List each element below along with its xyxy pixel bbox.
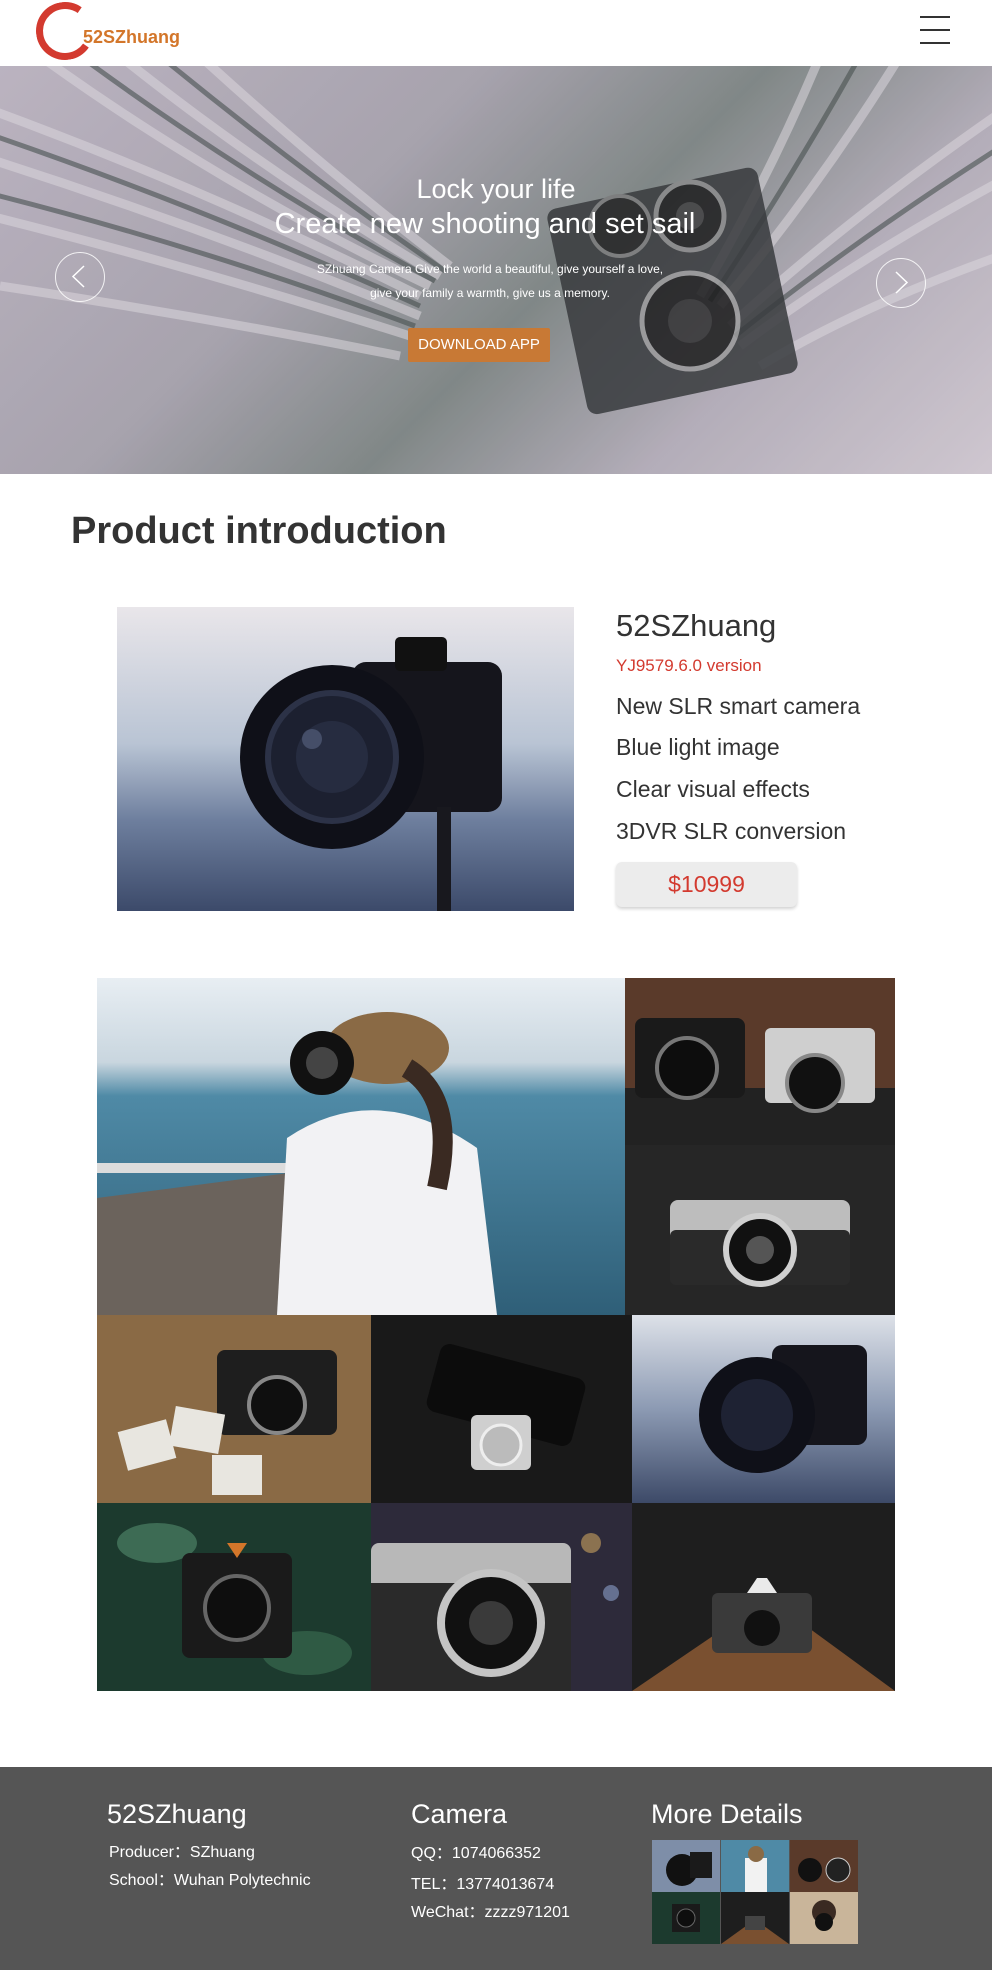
footer-producer: Producer：SZhuang <box>109 1844 255 1861</box>
section-title: Product introduction <box>71 510 447 552</box>
gallery-photo-woman-with-camera[interactable] <box>97 978 625 1315</box>
footer-camera-title: Camera <box>411 1799 508 1829</box>
site-header: 52SZhuang <box>0 0 992 66</box>
product-feature: Blue light image <box>616 734 780 760</box>
product-feature: 3DVR SLR conversion <box>616 818 847 844</box>
logo-text: 52SZhuang <box>83 27 181 47</box>
hero-description-line1: SZhuang Camera Give the world a beautifu… <box>316 262 664 276</box>
footer-thumbnail[interactable] <box>790 1892 858 1944</box>
download-app-button[interactable]: DOWNLOAD APP <box>408 328 550 362</box>
footer-thumbnail[interactable] <box>721 1840 789 1892</box>
footer-wechat: WeChat：zzzz971201 <box>411 1904 570 1921</box>
footer-thumbnail[interactable] <box>652 1840 720 1892</box>
product-feature: Clear visual effects <box>616 776 810 802</box>
gallery-photo-camera-on-map[interactable] <box>97 1315 371 1503</box>
site-footer: 52SZhuang Producer：SZhuang School：Wuhan … <box>0 1767 992 1970</box>
price-button[interactable]: $10999 <box>616 862 797 907</box>
hero-banner: Lock your life Create new shooting and s… <box>0 66 992 474</box>
gallery-photo-camera-on-wood[interactable] <box>632 1503 895 1691</box>
footer-thumbnail[interactable] <box>790 1840 858 1892</box>
gallery-photo-canon-dslr[interactable] <box>632 1315 895 1503</box>
carousel-prev-arrow-icon[interactable] <box>55 252 105 302</box>
carousel-next-arrow-icon[interactable] <box>876 258 926 308</box>
product-image <box>117 607 574 911</box>
gallery-photo-silver-camera[interactable] <box>625 1145 895 1315</box>
gallery-photo-black-rangefinder[interactable] <box>371 1315 632 1503</box>
footer-brand-title: 52SZhuang <box>107 1799 247 1829</box>
hero-headline: Lock your life <box>416 174 576 204</box>
site-logo[interactable]: 52SZhuang <box>31 0 256 65</box>
footer-school: School：Wuhan Polytechnic <box>109 1872 311 1889</box>
footer-thumbnail[interactable] <box>721 1892 789 1944</box>
footer-tel: TEL：13774013674 <box>411 1876 555 1893</box>
footer-thumbnail[interactable] <box>652 1892 720 1944</box>
footer-more-details-title: More Details <box>651 1799 803 1829</box>
product-name: 52SZhuang <box>616 608 777 643</box>
product-feature: New SLR smart camera <box>616 693 861 719</box>
hero-subheadline: Create new shooting and set sail <box>274 208 696 240</box>
product-version: YJ9579.6.0 version <box>616 656 762 675</box>
gallery-photo-camera-with-leaves[interactable] <box>97 1503 371 1691</box>
hero-description-line2: give your family a warmth, give us a mem… <box>370 286 610 300</box>
footer-qq: QQ：1074066352 <box>411 1845 541 1862</box>
hamburger-menu-icon[interactable] <box>920 16 954 46</box>
gallery-photo-vintage-camera-city-lights[interactable] <box>371 1503 632 1691</box>
gallery-photo-two-cameras[interactable] <box>625 978 895 1145</box>
